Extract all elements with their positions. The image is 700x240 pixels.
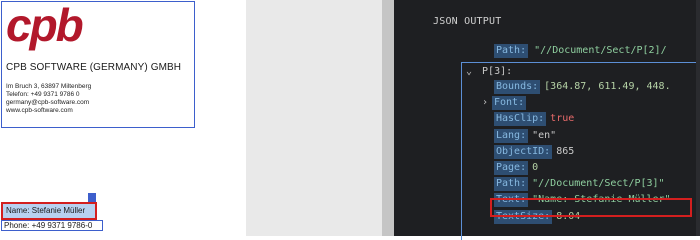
field-key: Bounds:: [494, 80, 541, 94]
field-key: Path:: [494, 177, 529, 192]
phone-info-line: Telefon: +49 9371 9786 0: [6, 91, 80, 98]
name-line-selection[interactable]: Name: Stefanie Müller: [1, 202, 97, 220]
viewer-gutter: [246, 0, 382, 236]
json-field-lang[interactable]: Lang: "en": [494, 128, 557, 143]
letterhead-selection-box[interactable]: cpb CPB SOFTWARE (GERMANY) GMBH Im Bruch…: [1, 1, 195, 128]
field-key: Lang:: [494, 128, 529, 143]
json-field-page[interactable]: Page: 0: [494, 161, 538, 175]
field-value: 0: [532, 162, 539, 173]
json-output-title: JSON OUTPUT: [433, 16, 502, 27]
phone-line-selection[interactable]: Phone: +49 9371 9786-0: [1, 220, 103, 231]
chevron-right-icon[interactable]: ›: [482, 96, 492, 110]
field-value: true: [550, 113, 575, 125]
document-view: cpb CPB SOFTWARE (GERMANY) GMBH Im Bruch…: [0, 0, 246, 236]
json-field-font[interactable]: › Font:: [482, 96, 527, 111]
p3-node-header[interactable]: ⌄ P[3]:: [466, 65, 512, 79]
field-value: 865: [556, 145, 575, 157]
field-value: "en": [532, 129, 557, 141]
email-line: germany@cpb-software.com: [6, 99, 90, 106]
website-line: www.cpb-software.com: [6, 107, 73, 114]
chevron-down-icon[interactable]: ⌄: [466, 65, 476, 79]
json-field-bounds[interactable]: Bounds: [364.87, 611.49, 448.: [494, 80, 671, 94]
field-key: ObjectID:: [494, 144, 553, 159]
json-scrollbar[interactable]: [696, 0, 700, 236]
field-key: Font:: [492, 96, 527, 111]
name-line-text: Name: Stefanie Müller: [6, 206, 86, 215]
field-value: "//Document/Sect/P[3]": [532, 178, 665, 190]
field-value: "//Document/Sect/P[2]/: [534, 45, 667, 56]
viewer-scrollbar[interactable]: [382, 0, 394, 236]
field-key: Path:: [494, 44, 529, 58]
cpb-logo: cpb: [6, 5, 85, 51]
json-field-objectid[interactable]: ObjectID: 865: [494, 144, 575, 159]
company-name: CPB SOFTWARE (GERMANY) GMBH: [6, 62, 182, 73]
logo-text: cpb: [6, 5, 83, 51]
field-value: [364.87, 611.49, 448.: [544, 81, 671, 92]
json-field-hasclip[interactable]: HasClip: true: [494, 112, 575, 127]
text-field-highlight: [490, 198, 692, 217]
json-field-path[interactable]: Path: "//Document/Sect/P[3]": [494, 177, 665, 192]
prev-path-field[interactable]: Path: "//Document/Sect/P[2]/: [494, 44, 667, 58]
address-line: Im Bruch 3, 63897 Miltenberg: [6, 83, 92, 90]
json-output-panel: JSON OUTPUT Path: "//Document/Sect/P[2]/…: [394, 0, 700, 240]
p3-label: P[3]:: [482, 66, 513, 77]
phone-line-text: Phone: +49 9371 9786-0: [4, 221, 93, 230]
field-key: Page:: [494, 161, 529, 175]
field-key: HasClip:: [494, 112, 547, 127]
selection-marker[interactable]: [88, 193, 96, 202]
